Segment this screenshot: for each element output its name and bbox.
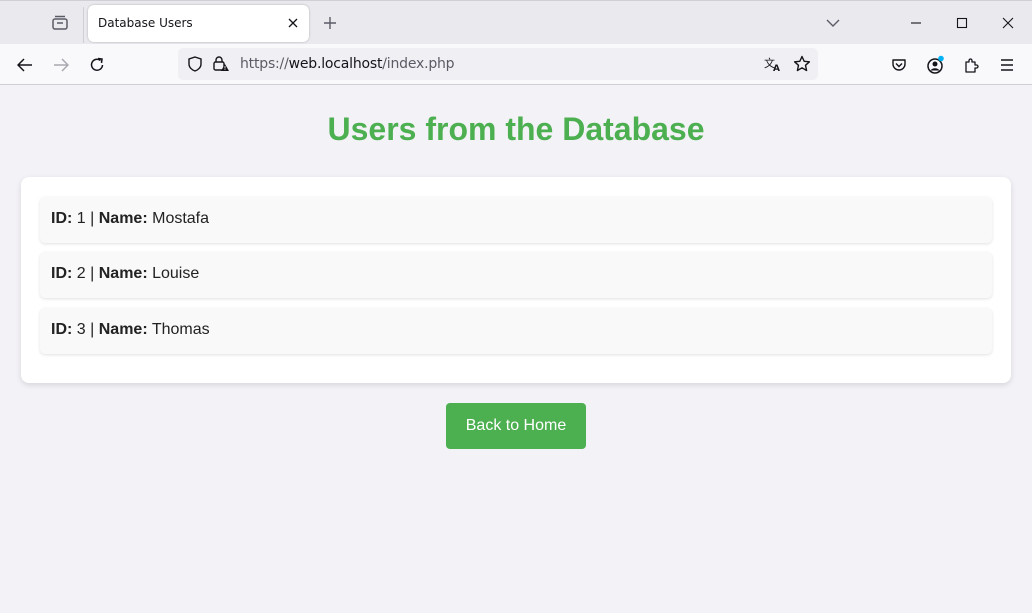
user-id: 1 [76, 210, 86, 227]
close-icon[interactable] [285, 15, 301, 31]
users-card: ID: 1 | Name: Mostafa ID: 2 | Name: Loui… [21, 177, 1011, 383]
window-close-icon[interactable] [998, 13, 1018, 33]
page-content: Users from the Database ID: 1 | Name: Mo… [0, 85, 1032, 613]
user-name: Louise [152, 265, 200, 282]
name-label: Name: [98, 210, 148, 227]
account-icon[interactable] [924, 54, 946, 76]
url-bar[interactable]: https://web.localhost/index.php 文A [178, 48, 818, 80]
extensions-icon[interactable] [960, 54, 982, 76]
minimize-icon[interactable] [906, 13, 926, 33]
maximize-icon[interactable] [952, 13, 972, 33]
url-scheme: https:// [240, 56, 289, 72]
id-label: ID: [51, 210, 73, 227]
translate-icon[interactable]: 文A [762, 53, 784, 75]
svg-text:A: A [773, 64, 780, 72]
back-arrow-icon[interactable] [14, 54, 36, 76]
plus-icon[interactable] [320, 13, 340, 33]
bookmark-star-icon[interactable] [791, 53, 813, 75]
user-row: ID: 1 | Name: Mostafa [40, 197, 992, 243]
back-to-home-button[interactable]: Back to Home [446, 403, 586, 449]
separator: | [90, 210, 95, 227]
chevron-down-icon[interactable] [823, 13, 843, 33]
id-label: ID: [51, 321, 73, 338]
shield-icon[interactable] [184, 53, 206, 75]
menu-icon[interactable] [996, 54, 1018, 76]
url-text[interactable]: https://web.localhost/index.php [240, 56, 455, 72]
url-host: web.localhost [288, 56, 383, 72]
separator: | [90, 321, 95, 338]
firefox-view-icon[interactable] [50, 13, 70, 33]
user-id: 3 [76, 321, 86, 338]
forward-arrow-icon[interactable] [50, 54, 72, 76]
lock-warning-icon[interactable] [210, 53, 232, 75]
user-name: Thomas [151, 321, 210, 338]
user-name: Mostafa [152, 210, 210, 227]
tab-title: Database Users [98, 16, 193, 30]
tab-database-users[interactable]: Database Users [88, 5, 309, 42]
name-label: Name: [98, 265, 148, 282]
name-label: Name: [98, 321, 148, 338]
tab-bar: Database Users [0, 0, 1032, 44]
page-title: Users from the Database [327, 111, 705, 147]
user-row: ID: 3 | Name: Thomas [40, 308, 992, 354]
user-row: ID: 2 | Name: Louise [40, 252, 992, 298]
reload-icon[interactable] [86, 54, 108, 76]
user-id: 2 [76, 265, 86, 282]
tab-divider [83, 7, 84, 43]
id-label: ID: [51, 265, 73, 282]
separator: | [90, 265, 95, 282]
pocket-icon[interactable] [888, 54, 910, 76]
navigation-bar: https://web.localhost/index.php 文A [0, 44, 1032, 85]
url-path: /index.php [382, 56, 455, 72]
